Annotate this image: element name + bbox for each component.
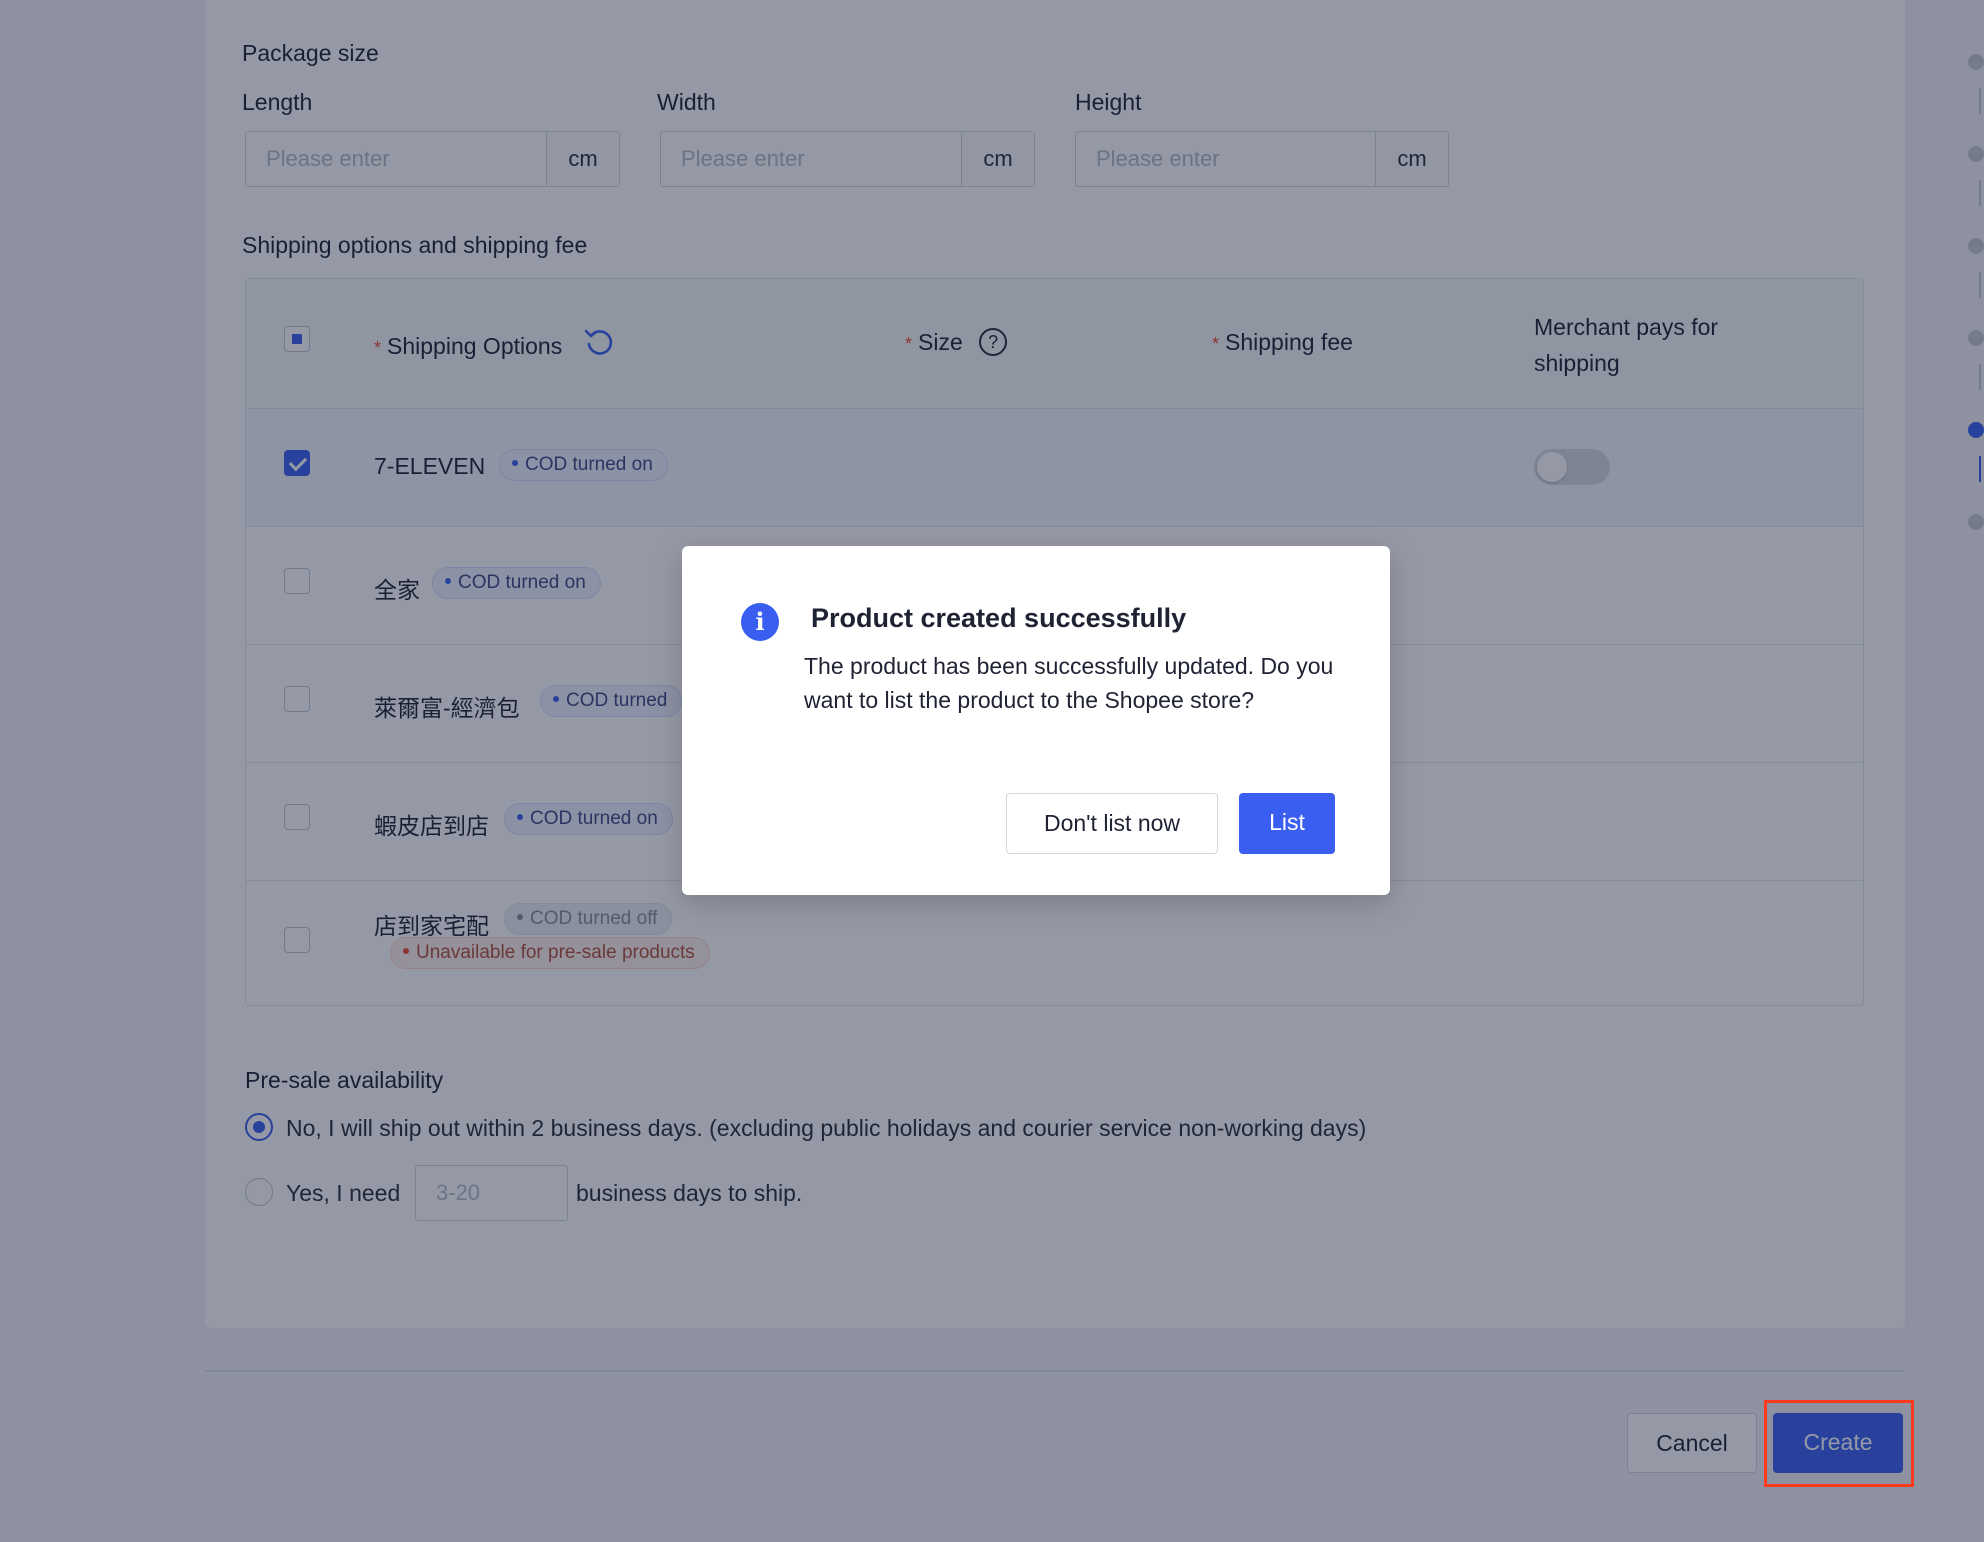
dialog-message: The product has been successfully update… — [804, 653, 1334, 713]
dont-list-button[interactable]: Don't list now — [1006, 793, 1218, 854]
success-dialog: i Product created successfully The produ… — [682, 546, 1390, 895]
info-icon: i — [741, 603, 779, 641]
dialog-title: Product created successfully — [811, 603, 1187, 633]
list-button[interactable]: List — [1239, 793, 1335, 854]
create-button-highlight — [1764, 1400, 1914, 1487]
